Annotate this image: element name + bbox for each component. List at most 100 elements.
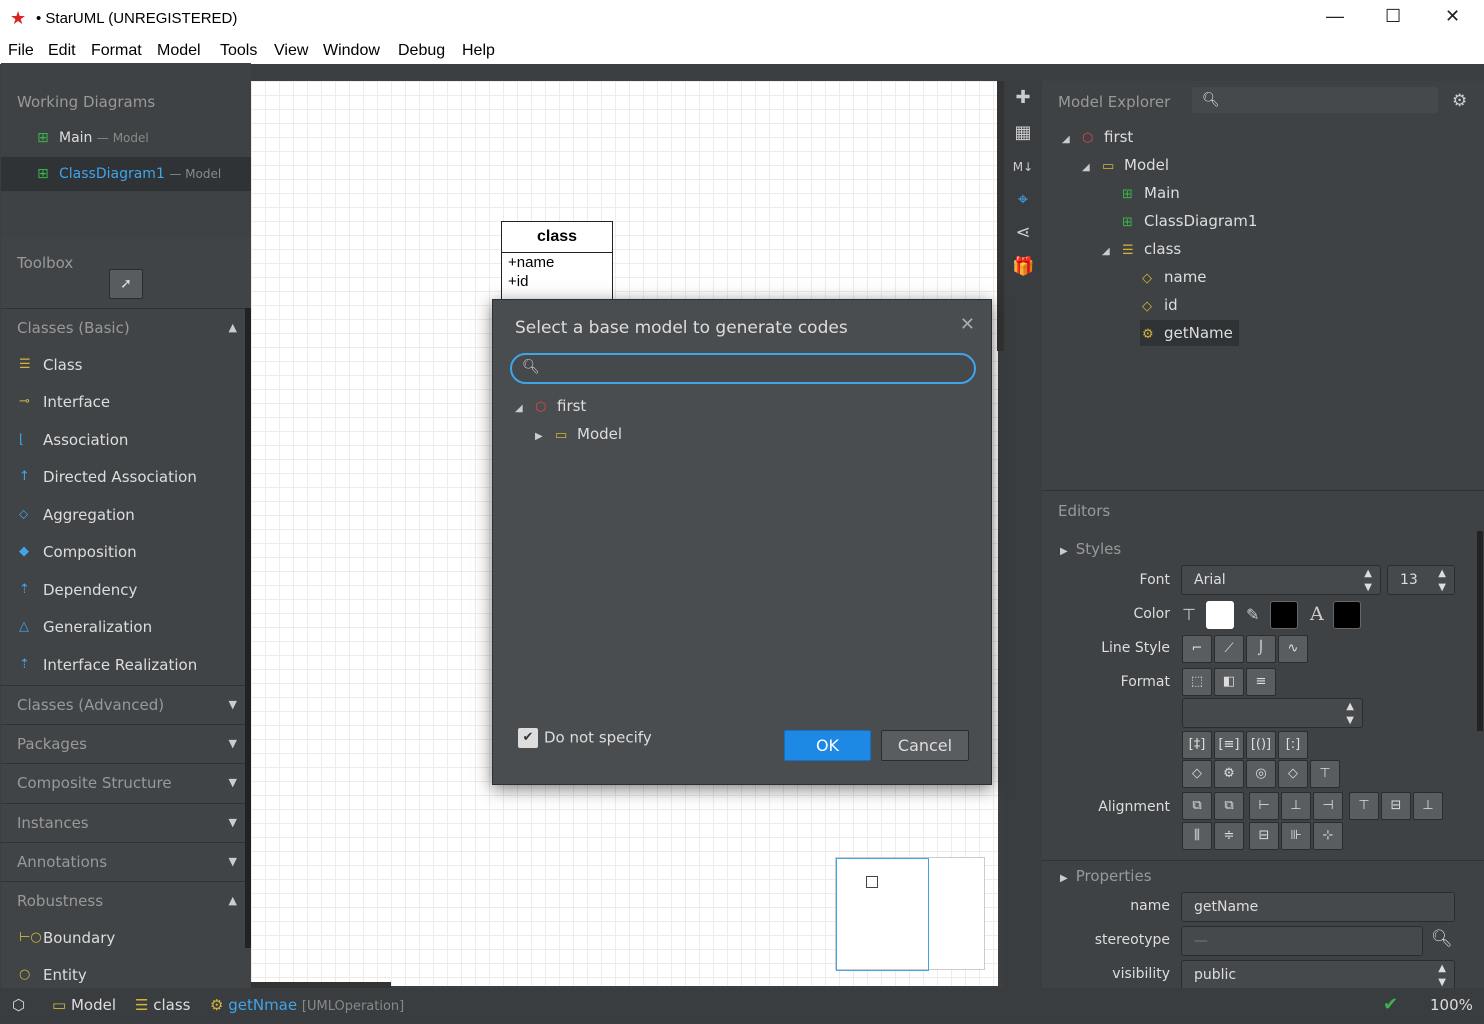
suppress-operations-button[interactable]: [≡] [1214, 731, 1244, 759]
suppress-attributes-button[interactable]: [‡] [1182, 731, 1212, 759]
select-cursor-button[interactable]: ➚ [109, 269, 143, 299]
dialog-search-box[interactable]: 🔍︎ [510, 353, 976, 384]
breadcrumb-class[interactable]: ☰ class [135, 988, 190, 1022]
working-diagram-main[interactable]: ⊞ Main — Model [1, 121, 251, 155]
show-multiplicity-button[interactable]: ⊤ [1310, 760, 1340, 788]
align-right-button[interactable]: ⊣ [1313, 792, 1343, 820]
editors-scrollbar[interactable] [1477, 531, 1483, 731]
tool-association[interactable]: ⌊ Association [1, 422, 245, 458]
tool-class[interactable]: ☰ Class [1, 347, 245, 383]
auto-resize-button[interactable]: ⬚ [1182, 668, 1212, 696]
zoom-level[interactable]: 100% [1430, 988, 1473, 1022]
format-dropdown[interactable]: ▲ ▼ [1182, 698, 1363, 728]
align-top-button[interactable]: ⊤ [1349, 792, 1379, 820]
menu-window[interactable]: Window [323, 42, 380, 60]
align-bottom-button[interactable]: ⊥ [1413, 792, 1443, 820]
tree-node-attr-id[interactable]: ◇ id [1122, 292, 1178, 318]
tree-node-model[interactable]: ◢ ▭ Model [1082, 152, 1169, 178]
close-window-button[interactable]: ✕ [1445, 6, 1460, 27]
font-size-stepper[interactable]: 13 ▲ ▼ [1387, 565, 1455, 595]
minimize-button[interactable]: — [1326, 6, 1344, 27]
dialog-tree-node-first[interactable]: ◢ ⬡ first [515, 393, 586, 419]
menu-model[interactable]: Model [157, 42, 201, 60]
dialog-tree-node-model[interactable]: ▶ ▭ Model [535, 421, 622, 447]
group-classes-advanced[interactable]: Classes (Advanced) ▼ [1, 685, 245, 723]
breadcrumb-operation[interactable]: ⚙ getNmae [UMLOperation] [210, 988, 404, 1022]
diagram-minimap[interactable] [835, 857, 985, 971]
group-instances[interactable]: Instances ▼ [1, 803, 245, 841]
line-style-rectilinear-button[interactable]: ⌐ [1182, 635, 1212, 663]
group-classes-basic[interactable]: Classes (Basic) ▲ [1, 308, 245, 346]
working-diagram-classdiagram1[interactable]: ⊞ ClassDiagram1 — Model [1, 157, 251, 191]
search-icon[interactable]: 🔍︎ [1431, 929, 1453, 949]
properties-section-toggle[interactable]: ▶ Properties [1060, 867, 1152, 885]
line-style-rounded-button[interactable]: ⌡ [1246, 635, 1276, 663]
tool-composition[interactable]: ◆ Composition [1, 534, 245, 570]
send-to-back-button[interactable]: ⧉ [1214, 792, 1244, 820]
set-size-equally-button[interactable]: ⊹ [1313, 822, 1343, 850]
menu-tools[interactable]: Tools [220, 42, 257, 60]
line-style-curve-button[interactable]: ∿ [1278, 635, 1308, 663]
menu-view[interactable]: View [274, 42, 308, 60]
stereotype-field[interactable]: — [1181, 926, 1423, 956]
styles-section-toggle[interactable]: ▶ Styles [1060, 540, 1121, 558]
maximize-button[interactable]: ☐ [1385, 6, 1401, 27]
line-color-swatch[interactable] [1270, 601, 1298, 629]
show-type-button[interactable]: ◇ [1278, 760, 1308, 788]
tool-interface[interactable]: ⊸ Interface [1, 384, 245, 420]
tool-directed-association[interactable]: ↑ Directed Association [1, 459, 245, 495]
show-visibility-button[interactable]: ◇ [1182, 760, 1212, 788]
tool-boundary[interactable]: ⊢○ Boundary [1, 920, 245, 956]
tree-node-first[interactable]: ◢ ⬡ first [1062, 124, 1133, 150]
extensions-puzzle-icon[interactable]: ✚ [1012, 87, 1034, 109]
menu-edit[interactable]: Edit [48, 42, 76, 60]
breadcrumb-model[interactable]: ▭ Model [52, 988, 116, 1022]
uml-class-shape[interactable]: class +name +id [501, 221, 613, 301]
group-composite-structure[interactable]: Composite Structure ▼ [1, 763, 245, 801]
layout-panels-icon[interactable]: ▦ [1012, 122, 1034, 144]
menu-help[interactable]: Help [462, 42, 495, 60]
fill-color-swatch[interactable] [1206, 601, 1234, 629]
tool-interface-realization[interactable]: ⇡ Interface Realization [1, 647, 245, 683]
tool-dependency[interactable]: ⇡ Dependency [1, 572, 245, 608]
gear-icon[interactable]: ⚙ [1452, 91, 1467, 111]
tree-node-class[interactable]: ◢ ☰ class [1102, 236, 1181, 262]
markdown-icon[interactable]: M↓ [1012, 156, 1034, 178]
do-not-specify-checkbox[interactable]: ✔ Do not specify [518, 728, 652, 748]
font-family-select[interactable]: Arial ▲ ▼ [1181, 565, 1381, 595]
tree-node-attr-name[interactable]: ◇ name [1122, 264, 1207, 290]
menu-format[interactable]: Format [91, 42, 142, 60]
shadow-button[interactable]: ◧ [1214, 668, 1244, 696]
name-field[interactable]: getName [1181, 892, 1455, 922]
suppress-receptions-button[interactable]: [()] [1246, 731, 1276, 759]
align-center-button[interactable]: ⊥ [1281, 792, 1311, 820]
group-annotations[interactable]: Annotations ▼ [1, 842, 245, 880]
menu-file[interactable]: File [8, 42, 34, 60]
model-explorer-search[interactable]: 🔍︎ [1192, 87, 1438, 113]
bring-to-front-button[interactable]: ⧉ [1182, 792, 1212, 820]
cancel-button[interactable]: Cancel [881, 730, 969, 761]
menu-debug[interactable]: Debug [398, 42, 445, 60]
text-color-swatch[interactable] [1333, 601, 1361, 629]
dialog-search-input[interactable] [542, 358, 962, 380]
show-operation-signature-button[interactable]: ⚙ [1214, 760, 1244, 788]
group-robustness[interactable]: Robustness ▲ [1, 881, 245, 919]
space-evenly-horizontal-button[interactable]: ⫼ [1182, 822, 1212, 850]
minimap-viewport[interactable] [836, 858, 929, 971]
set-width-equally-button[interactable]: ⊪ [1281, 822, 1311, 850]
word-wrap-button[interactable]: ≡ [1246, 668, 1276, 696]
align-middle-button[interactable]: ⊟ [1381, 792, 1411, 820]
dialog-close-button[interactable]: ✕ [960, 314, 975, 335]
gift-icon[interactable]: 🎁 [1012, 256, 1034, 278]
tool-generalization[interactable]: △ Generalization [1, 609, 245, 645]
tree-node-classdiagram1[interactable]: ⊞ ClassDiagram1 [1102, 208, 1257, 234]
ok-button[interactable]: OK [784, 730, 871, 761]
crosshair-navigate-icon[interactable]: ⌖ [1012, 189, 1034, 211]
visibility-select[interactable]: public ▲ ▼ [1181, 960, 1455, 990]
tree-node-getname[interactable]: ⚙ getName [1140, 320, 1239, 346]
line-style-oblique-button[interactable]: ⟋ [1214, 635, 1244, 663]
suppress-literals-button[interactable]: [:] [1278, 731, 1308, 759]
align-left-button[interactable]: ⊢ [1249, 792, 1279, 820]
share-icon[interactable]: ⋖ [1012, 222, 1034, 244]
canvas-vertical-scrollbar[interactable] [997, 81, 1004, 351]
